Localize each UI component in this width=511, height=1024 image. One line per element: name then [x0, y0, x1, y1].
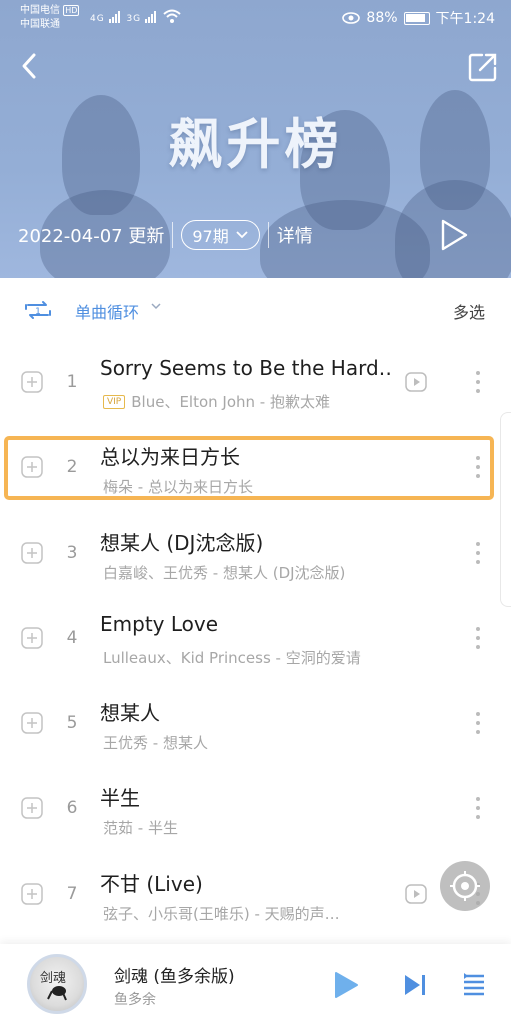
song-subtitle: 范茹 - 半生 [103, 817, 393, 838]
highlight-box [4, 436, 494, 500]
song-subtitle: 弦子、小乐哥(王唯乐) - 天赐的声… [103, 903, 393, 924]
song-rank: 5 [66, 713, 78, 733]
list-toolbar: 1 单曲循环 多选 [0, 278, 511, 340]
add-icon[interactable] [20, 882, 44, 906]
song-artist-album: 白嘉峻、王优秀 - 想某人 (DJ沈念版) [103, 564, 346, 582]
add-icon[interactable] [20, 711, 44, 735]
song-rank: 4 [66, 628, 78, 648]
mv-play-icon[interactable] [404, 882, 428, 906]
add-icon[interactable] [20, 626, 44, 650]
song-artist-album: Blue、Elton John - 抱歉太难 [131, 393, 330, 411]
status-bar: 中国电信 HD 中国联通 4G 3G 88% 下午1:24 [0, 0, 511, 36]
next-track-icon[interactable] [402, 972, 428, 998]
target-icon [450, 871, 480, 901]
mini-player[interactable]: 剑魂 剑魂 (鱼多余版) 鱼多余 [0, 944, 511, 1024]
cover-figure-icon [47, 986, 67, 1001]
multi-select-button[interactable]: 多选 [453, 299, 485, 323]
song-title: 想某人 (DJ沈念版) [100, 531, 264, 555]
song-artist-album: 王优秀 - 想某人 [103, 734, 208, 752]
song-rank: 6 [66, 798, 78, 818]
hd-badge: HD [63, 5, 80, 16]
status-carriers: 中国电信 HD 中国联通 [20, 4, 80, 32]
back-arrow-icon[interactable] [14, 50, 46, 82]
play-mode-label[interactable]: 单曲循环 [75, 299, 139, 323]
more-vertical-icon[interactable] [470, 794, 486, 822]
signal-icon [145, 11, 157, 23]
floating-assist-button[interactable] [440, 861, 490, 911]
carrier-2: 中国联通 [20, 19, 60, 30]
song-rank: 7 [66, 884, 78, 904]
add-icon[interactable] [20, 370, 44, 394]
chevron-down-icon[interactable] [150, 300, 162, 312]
song-title: 想某人 [100, 701, 160, 725]
now-playing-artist: 鱼多余 [114, 992, 156, 1008]
divider [172, 222, 174, 248]
song-artist-album: 范茹 - 半生 [103, 819, 178, 837]
album-cover[interactable]: 剑魂 [27, 954, 87, 1014]
net-3g: 3G [126, 14, 142, 24]
song-subtitle: 白嘉峻、王优秀 - 想某人 (DJ沈念版) [103, 562, 393, 583]
battery-percent: 88% [366, 10, 398, 26]
playlist-icon[interactable] [462, 972, 486, 998]
mv-play-icon[interactable] [404, 370, 428, 394]
song-title: 半生 [100, 786, 140, 810]
battery-icon [403, 11, 430, 25]
song-title: Empty Love [100, 612, 219, 636]
eye-icon [342, 12, 361, 24]
chart-title: 飙升榜 [168, 113, 343, 176]
vip-badge: VIP [103, 394, 126, 409]
status-right: 88% 下午1:24 [342, 8, 495, 28]
song-subtitle: VIP Blue、Elton John - 抱歉太难 [103, 391, 393, 412]
song-rank: 3 [66, 543, 78, 563]
add-icon[interactable] [20, 796, 44, 820]
chart-meta-row: 2022-04-07 更新 97期 详情 [18, 218, 313, 252]
clock: 下午1:24 [435, 11, 495, 27]
play-all-icon[interactable] [438, 218, 470, 252]
song-artist-album: Lulleaux、Kid Princess - 空洞的爱请 [103, 649, 361, 667]
chevron-down-icon [236, 231, 248, 239]
song-subtitle: Lulleaux、Kid Princess - 空洞的爱请 [103, 647, 393, 668]
now-playing-title: 剑魂 (鱼多余版) [114, 967, 235, 987]
chart-header: 中国电信 HD 中国联通 4G 3G 88% 下午1:24 飙升榜 2022-0… [0, 0, 511, 278]
song-subtitle: 王优秀 - 想某人 [103, 732, 393, 753]
song-row[interactable]: 3 想某人 (DJ沈念版) 白嘉峻、王优秀 - 想某人 (DJ沈念版) [0, 511, 511, 595]
edge-handle[interactable] [500, 412, 511, 607]
song-row[interactable]: 1 Sorry Seems to Be the Hard… VIP Blue、El… [0, 340, 511, 424]
song-row[interactable]: 6 半生 范茹 - 半生 [0, 766, 511, 850]
signal-indicators: 4G 3G [90, 9, 181, 24]
song-rank: 1 [66, 372, 78, 392]
song-row[interactable]: 4 Empty Love Lulleaux、Kid Princess - 空洞的… [0, 596, 511, 680]
share-icon[interactable] [466, 50, 500, 84]
divider [267, 222, 269, 248]
signal-icon [108, 11, 120, 23]
more-vertical-icon[interactable] [470, 624, 486, 652]
song-artist-album: 弦子、小乐哥(王唯乐) - 天赐的声… [103, 905, 340, 923]
more-vertical-icon[interactable] [470, 368, 486, 396]
more-vertical-icon[interactable] [470, 539, 486, 567]
more-vertical-icon[interactable] [470, 709, 486, 737]
net-4g: 4G [90, 14, 105, 24]
svg-text:1: 1 [35, 307, 41, 317]
song-title: Sorry Seems to Be the Hard… [100, 356, 390, 380]
update-date: 2022-04-07 更新 [18, 226, 165, 247]
wifi-icon [163, 9, 181, 23]
repeat-one-icon[interactable]: 1 [22, 296, 54, 324]
song-row[interactable]: 5 想某人 王优秀 - 想某人 [0, 681, 511, 765]
details-link[interactable]: 详情 [277, 222, 313, 248]
carrier-1: 中国电信 [20, 5, 60, 16]
song-title: 不甘 (Live) [100, 872, 203, 896]
add-icon[interactable] [20, 541, 44, 565]
issue-label: 97期 [192, 227, 229, 246]
song-row[interactable]: 7 不甘 (Live) 弦子、小乐哥(王唯乐) - 天赐的声… [0, 852, 511, 936]
play-icon[interactable] [332, 970, 360, 1000]
issue-selector[interactable]: 97期 [181, 220, 260, 250]
